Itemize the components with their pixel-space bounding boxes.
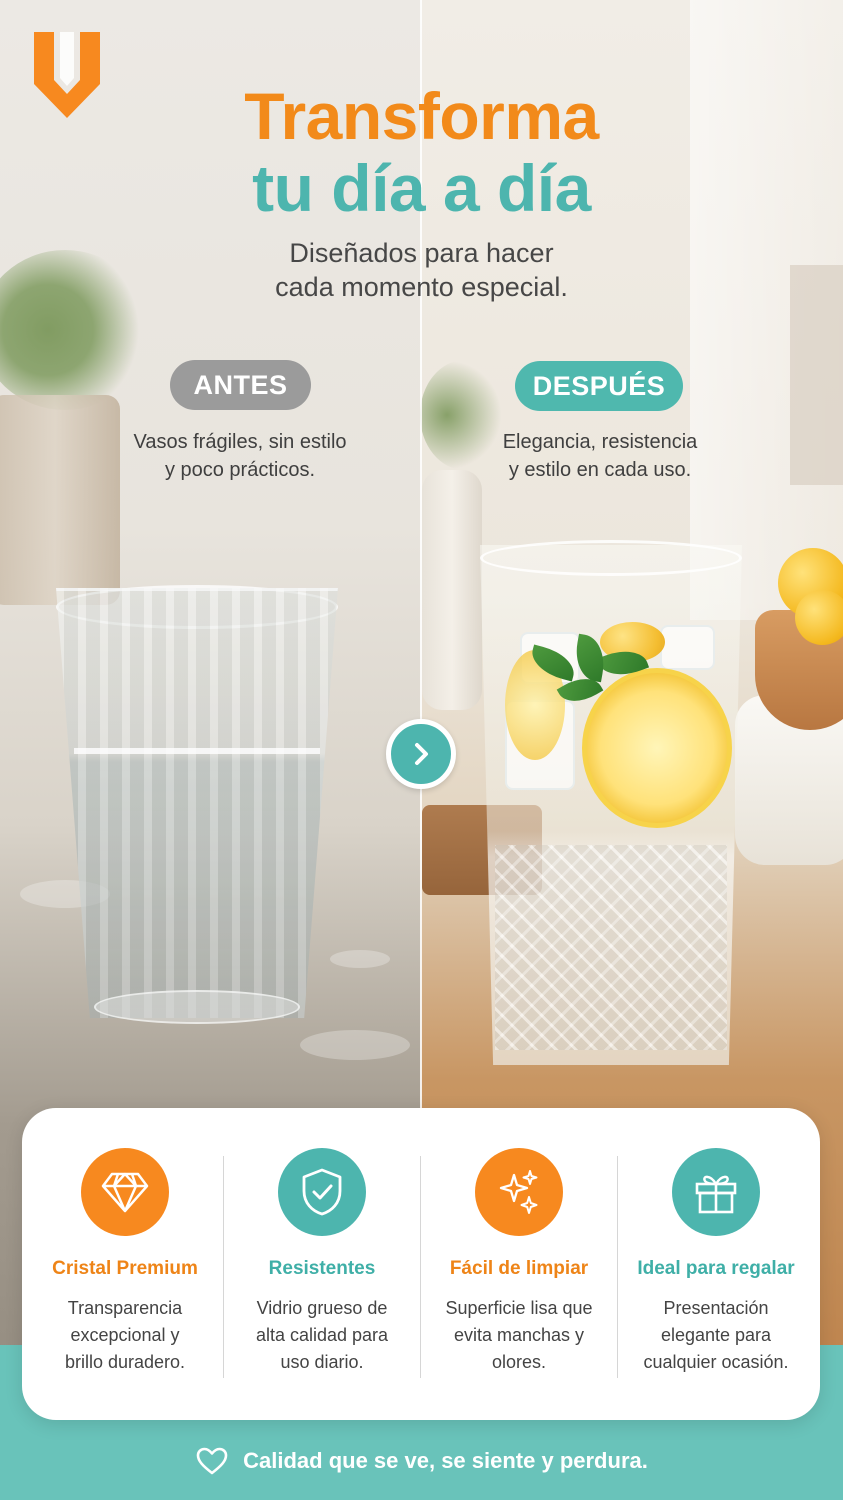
feature-title: Resistentes (268, 1258, 376, 1279)
title-line-1: Transforma (244, 79, 599, 153)
subtitle-line-2: cada momento especial. (275, 272, 568, 302)
feature-title: Fácil de limpiar (449, 1258, 589, 1279)
feature-icon-badge (475, 1148, 563, 1236)
feature-icon-badge (278, 1148, 366, 1236)
feature-desc-line: brillo duradero. (64, 1352, 186, 1372)
title-line-2: tu día a día (252, 151, 591, 225)
lemon-slice (582, 668, 732, 828)
feature-description: Vidrio grueso de alta calidad para uso d… (223, 1295, 421, 1376)
new-glass-rim (480, 540, 742, 576)
feature-facil-de-limpiar: Fácil de limpiar Superficie lisa que evi… (420, 1108, 618, 1420)
footer-tagline: Calidad que se ve, se siente y perdura. (0, 1441, 843, 1481)
feature-icon-badge (81, 1148, 169, 1236)
before-caption: Vasos frágiles, sin estilo y poco prácti… (110, 428, 370, 484)
crystal-cut-pattern (495, 845, 727, 1050)
feature-desc-line: olores. (491, 1352, 547, 1372)
vase-right (422, 470, 482, 710)
old-glass-water-line (74, 748, 320, 754)
ice-cube (660, 625, 715, 670)
footer-text: Calidad que se ve, se siente y perdura. (243, 1448, 648, 1473)
feature-description: Presentación elegante para cualquier oca… (617, 1295, 815, 1376)
feature-desc-line: cualquier ocasión. (643, 1352, 789, 1372)
feature-description: Transparencia excepcional y brillo durad… (26, 1295, 224, 1376)
diamond-icon (101, 1172, 149, 1213)
feature-desc-line: Transparencia (67, 1298, 183, 1318)
water-spill (300, 1030, 410, 1060)
after-caption: Elegancia, resistencia y estilo en cada … (470, 428, 730, 484)
feature-icon-badge (672, 1148, 760, 1236)
after-caption-line-1: Elegancia, resistencia (502, 431, 698, 453)
before-badge: ANTES (170, 360, 311, 410)
feature-resistentes: Resistentes Vidrio grueso de alta calida… (223, 1108, 421, 1420)
lemon (795, 590, 843, 645)
feature-desc-line: Superficie lisa que (445, 1298, 593, 1318)
heart-icon (196, 1447, 228, 1475)
feature-desc-line: uso diario. (280, 1352, 364, 1372)
feature-desc-line: Vidrio grueso de (256, 1298, 388, 1318)
feature-ideal-para-regalar: Ideal para regalar Presentación elegante… (617, 1108, 815, 1420)
compare-arrow-button[interactable] (386, 719, 456, 789)
subtitle-line-1: Diseñados para hacer (289, 238, 554, 268)
pot-left (0, 395, 120, 605)
gift-icon (695, 1175, 737, 1214)
feature-desc-line: evita manchas y (453, 1325, 585, 1345)
water-spill (330, 950, 390, 968)
chevron-right-icon (415, 743, 428, 765)
feature-cristal-premium: Cristal Premium Transparencia excepciona… (26, 1108, 224, 1420)
feature-desc-line: alta calidad para (255, 1325, 389, 1345)
old-glass (56, 588, 338, 1018)
shield-check-icon (302, 1168, 342, 1216)
features-card: Cristal Premium Transparencia excepciona… (22, 1108, 820, 1420)
feature-title: Cristal Premium (52, 1258, 198, 1279)
feature-description: Superficie lisa que evita manchas y olor… (420, 1295, 618, 1376)
before-caption-line-1: Vasos frágiles, sin estilo (133, 431, 347, 453)
after-caption-line-2: y estilo en cada uso. (508, 459, 692, 481)
old-glass-base (94, 990, 300, 1024)
sparkles-icon (499, 1170, 538, 1214)
feature-desc-line: elegante para (660, 1325, 772, 1345)
before-caption-line-2: y poco prácticos. (164, 459, 316, 481)
after-badge: DESPUÉS (515, 361, 683, 411)
feature-desc-line: excepcional y (70, 1325, 180, 1345)
subtitle: Diseñados para hacer cada momento especi… (0, 236, 843, 304)
feature-title: Ideal para regalar (637, 1258, 795, 1279)
feature-desc-line: Presentación (663, 1298, 769, 1318)
